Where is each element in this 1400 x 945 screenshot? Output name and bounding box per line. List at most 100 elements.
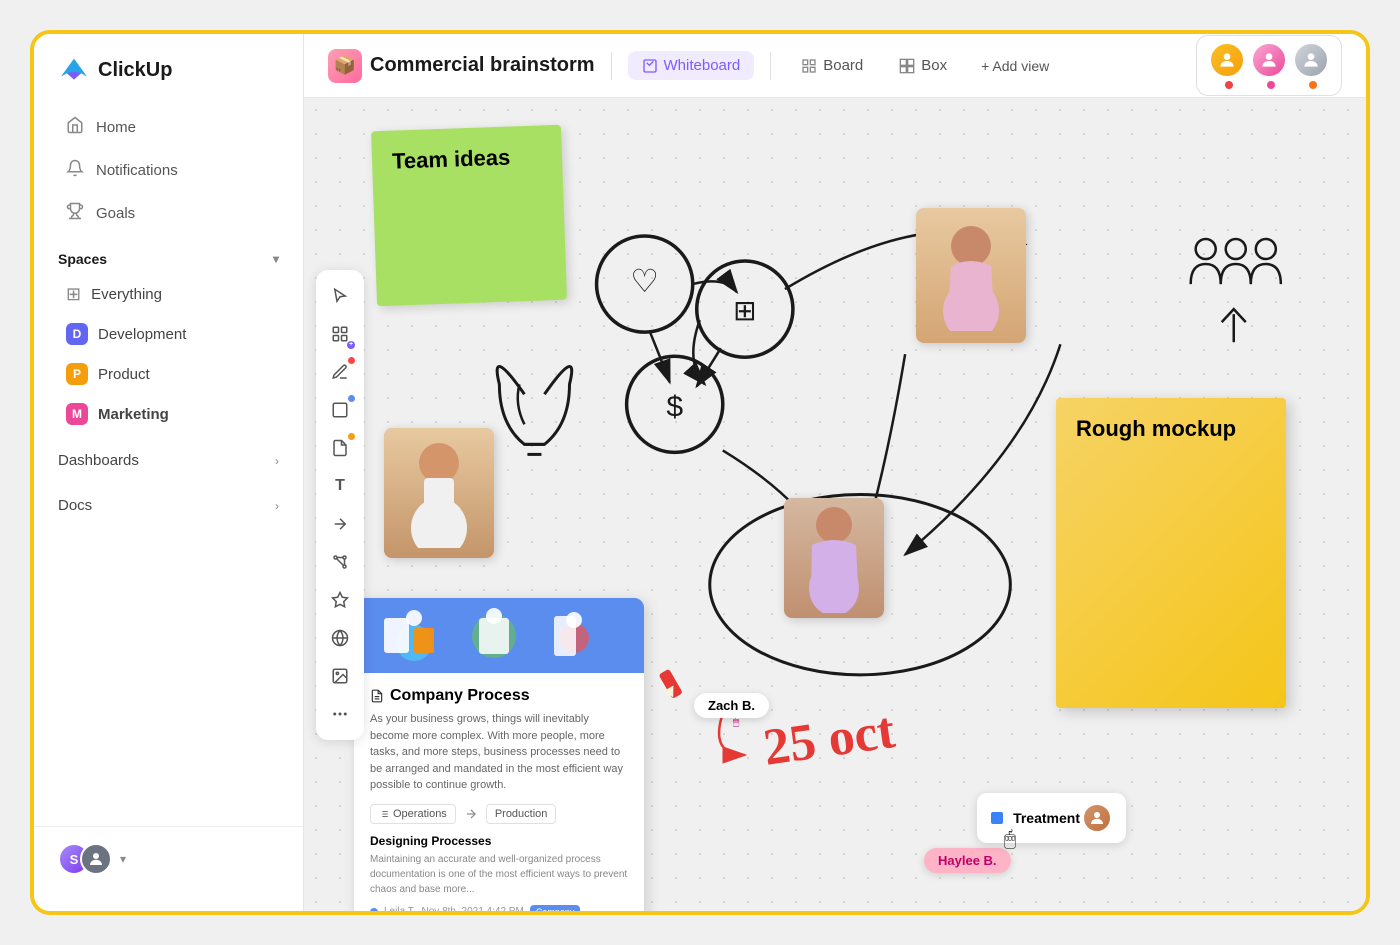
doc-author: Leila T. bbox=[384, 906, 416, 911]
dashboards-item[interactable]: Dashboards › bbox=[34, 442, 303, 479]
presence-dot-1 bbox=[1225, 81, 1233, 89]
home-label: Home bbox=[96, 119, 136, 136]
tool-arrow[interactable] bbox=[322, 506, 358, 542]
sidebar-item-home[interactable]: Home bbox=[42, 107, 295, 148]
text-tool-icon: T bbox=[335, 477, 345, 495]
tool-add-shape[interactable]: + bbox=[322, 316, 358, 352]
photo-woman-center bbox=[784, 498, 884, 618]
home-icon bbox=[66, 116, 84, 139]
sidebar-item-notifications[interactable]: Notifications bbox=[42, 150, 295, 191]
docs-section: Docs › bbox=[34, 487, 303, 524]
zach-label-text: Zach B. bbox=[708, 698, 755, 713]
doc-card-flow: Operations Production bbox=[370, 804, 628, 824]
sidebar-footer: S ▾ bbox=[34, 826, 303, 891]
doc-footer: Leila T. Nov 8th, 2021 4:42 PM Company bbox=[370, 905, 628, 912]
svg-text:$: $ bbox=[666, 390, 683, 423]
pen-dot bbox=[348, 357, 355, 364]
toolbar-divider bbox=[611, 52, 612, 80]
sidebar-item-product[interactable]: P Product bbox=[42, 355, 295, 393]
left-toolbar: + T bbox=[316, 270, 364, 740]
development-label: Development bbox=[98, 326, 186, 343]
tool-text[interactable]: T bbox=[322, 468, 358, 504]
dashboards-section: Dashboards › bbox=[34, 442, 303, 479]
cursor-haylee: 🖱 bbox=[1004, 828, 1016, 851]
add-view-button[interactable]: + Add view bbox=[969, 52, 1061, 80]
top-bar: 📦 Commercial brainstorm Whiteboard Board bbox=[304, 34, 1366, 98]
flow-arrow-icon bbox=[464, 807, 478, 821]
clickup-logo-icon bbox=[58, 54, 90, 86]
sticky-note-rough-mockup-text: Rough mockup bbox=[1076, 416, 1236, 441]
board-tab-label: Board bbox=[823, 57, 863, 74]
doc-card-title: Company Process bbox=[370, 687, 628, 705]
tool-more[interactable] bbox=[322, 696, 358, 732]
dropdown-arrow-icon[interactable]: ▾ bbox=[120, 852, 126, 866]
author-dot bbox=[370, 908, 378, 912]
tool-note[interactable] bbox=[322, 430, 358, 466]
collaborator-avatar-1 bbox=[1209, 42, 1245, 78]
app-name: ClickUp bbox=[98, 59, 172, 82]
tab-whiteboard[interactable]: Whiteboard bbox=[628, 51, 755, 80]
flow-to-label: Production bbox=[495, 808, 548, 820]
tool-rect[interactable] bbox=[322, 392, 358, 428]
tool-sparkle[interactable] bbox=[322, 582, 358, 618]
docs-item[interactable]: Docs › bbox=[34, 487, 303, 524]
add-view-label: + Add view bbox=[981, 58, 1049, 74]
rect-dot bbox=[348, 395, 355, 402]
note-dot bbox=[348, 433, 355, 440]
whiteboard-tab-icon bbox=[642, 58, 658, 74]
box-tab-icon bbox=[899, 58, 915, 74]
haylee-label-text: Haylee B. bbox=[938, 853, 997, 868]
doc-card-header-illustration bbox=[354, 598, 644, 673]
doc-card-body-text: As your business grows, things will inev… bbox=[370, 711, 628, 794]
treatment-card: Treatment bbox=[977, 793, 1126, 843]
doc-icon bbox=[370, 689, 384, 703]
photo-man bbox=[384, 428, 494, 558]
tool-connect[interactable] bbox=[322, 544, 358, 580]
docs-chevron-icon: › bbox=[275, 499, 279, 513]
goals-label: Goals bbox=[96, 205, 135, 222]
doc-date: Nov 8th, 2021 4:42 PM bbox=[422, 906, 524, 911]
sidebar-item-development[interactable]: D Development bbox=[42, 315, 295, 353]
company-tag: Company bbox=[530, 905, 581, 912]
doc-card-title-text: Company Process bbox=[390, 687, 530, 705]
flow-from-label: Operations bbox=[393, 808, 447, 820]
svg-text:25 oct: 25 oct bbox=[760, 702, 899, 777]
doc-card-header bbox=[354, 598, 644, 673]
tab-box[interactable]: Box bbox=[885, 51, 961, 80]
svg-text:♡: ♡ bbox=[630, 263, 659, 299]
trophy-icon bbox=[66, 202, 84, 225]
tool-select[interactable] bbox=[322, 278, 358, 314]
woman-figure bbox=[936, 221, 1006, 331]
name-label-haylee: Haylee B. bbox=[924, 848, 1011, 873]
tab-board[interactable]: Board bbox=[787, 51, 877, 80]
marketing-dot: M bbox=[66, 403, 88, 425]
sidebar-item-marketing[interactable]: M Marketing bbox=[42, 395, 295, 433]
sidebar: ClickUp Home Notifications Goals bbox=[34, 34, 304, 911]
sidebar-item-goals[interactable]: Goals bbox=[42, 193, 295, 234]
treatment-color-indicator bbox=[991, 812, 1003, 824]
product-label: Product bbox=[98, 366, 150, 383]
product-dot: P bbox=[66, 363, 88, 385]
everything-icon: ⊞ bbox=[66, 284, 81, 305]
doc-card-body: Company Process As your business grows, … bbox=[354, 673, 644, 911]
company-process-card[interactable]: Company Process As your business grows, … bbox=[354, 598, 644, 911]
logo-area: ClickUp bbox=[34, 54, 303, 106]
avatar-user2 bbox=[80, 843, 112, 875]
treatment-label: Treatment bbox=[1013, 810, 1080, 826]
man-figure bbox=[404, 438, 474, 548]
presence-dot-3 bbox=[1309, 81, 1317, 89]
tool-globe[interactable] bbox=[322, 620, 358, 656]
collaborator-avatar-2 bbox=[1251, 42, 1287, 78]
sticky-note-team-ideas: Team ideas bbox=[371, 125, 567, 307]
spaces-chevron-icon[interactable]: ▾ bbox=[273, 252, 279, 266]
bell-icon bbox=[66, 159, 84, 182]
flow-tag-operations: Operations bbox=[370, 804, 456, 824]
whiteboard-canvas[interactable]: + T bbox=[304, 98, 1366, 911]
user-avatars: S bbox=[58, 843, 112, 875]
box-tab-label: Box bbox=[921, 57, 947, 74]
tool-image[interactable] bbox=[322, 658, 358, 694]
sticky-note-rough-mockup: Rough mockup bbox=[1056, 398, 1286, 708]
tool-pen[interactable] bbox=[322, 354, 358, 390]
sidebar-item-everything[interactable]: ⊞ Everything bbox=[42, 276, 295, 313]
doc-section-text: Maintaining an accurate and well-organiz… bbox=[370, 852, 628, 897]
